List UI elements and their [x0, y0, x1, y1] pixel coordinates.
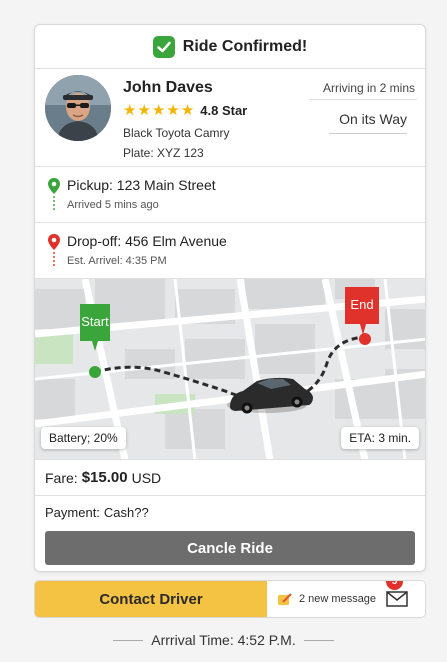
divider [309, 99, 417, 100]
dropoff-location: Drop-off: 456 Elm Avenue Est. Arrivel: 4… [35, 223, 425, 279]
ride-status: On its Way [339, 111, 407, 127]
dropoff-address: Drop-off: 456 Elm Avenue [67, 233, 227, 249]
page-title: Ride Confirmed! [182, 37, 308, 55]
arriving-text: Arriving in 2 mins [322, 81, 415, 95]
dropoff-eta: Est. Arrivel: 4:35 PM [67, 255, 167, 267]
payment-label: Payment: [45, 504, 100, 520]
start-pin-label: Start [81, 314, 109, 329]
eta-badge: ETA: 3 min. [341, 427, 419, 449]
fare-amount: $15.00 [81, 469, 128, 486]
star-rating: ★ ★ ★ ★ ★ 4.8 Star [123, 103, 247, 118]
driver-name: John Daves [123, 79, 213, 96]
pickup-location: Pickup: 123 Main Street Arrived 5 mins a… [35, 167, 425, 223]
messages-button[interactable]: 2 new message 5 [267, 581, 425, 617]
end-pin-label: End [350, 297, 373, 312]
divider [329, 133, 407, 134]
cancel-ride-button[interactable]: Cancle Ride [45, 531, 415, 565]
divider [113, 639, 144, 641]
message-text: 2 new message [299, 593, 377, 605]
star-icon: ★ [137, 102, 151, 119]
pickup-address: Pickup: 123 Main Street [67, 177, 216, 193]
star-icon: ★ [180, 102, 195, 119]
star-icon: ★ [151, 102, 166, 119]
divider [303, 639, 334, 641]
ride-header: Ride Confirmed! [35, 25, 425, 69]
dropoff-pin-icon [48, 234, 60, 266]
contact-bar: Contact Driver 2 new message 5 [34, 580, 426, 618]
pickup-pin-icon [48, 178, 60, 210]
star-icon: ★ [166, 102, 180, 119]
pickup-time: Arrived 5 mins ago [67, 199, 159, 211]
driver-avatar[interactable] [45, 75, 111, 141]
fare-currency: USD [131, 469, 162, 486]
arrival-time: Arrrival Time: 4:52 P.M. [151, 632, 296, 648]
fare-label: Fare: [45, 469, 78, 486]
payment-value: Cash?? [103, 504, 149, 520]
battery-badge: Battery; 20% [41, 427, 126, 449]
car-model: Black Toyota Camry [123, 126, 230, 140]
route-map[interactable]: Start End Battery; 20% ETA: 3 min. [35, 279, 425, 460]
plate-number: Plate: XYZ 123 [123, 146, 204, 160]
arrival-footer: Arrrival Time: 4:52 P.M. [0, 632, 447, 648]
ride-card: Ride Confirmed! John Daves ★ ★ ★ ★ ★ 4.8… [34, 24, 426, 572]
note-icon [278, 593, 292, 605]
fare-row: Fare: $15.00 USD [35, 460, 425, 496]
driver-info: John Daves ★ ★ ★ ★ ★ 4.8 Star Black Toyo… [35, 69, 425, 167]
message-count-badge: 5 [386, 581, 403, 590]
payment-row: Payment: Cash?? [35, 496, 425, 528]
star-icon: ★ [123, 102, 137, 119]
check-icon [152, 35, 175, 58]
envelope-icon [386, 591, 408, 607]
contact-driver-button[interactable]: Contact Driver [35, 581, 267, 617]
rating-value: 4.8 Star [200, 103, 248, 118]
